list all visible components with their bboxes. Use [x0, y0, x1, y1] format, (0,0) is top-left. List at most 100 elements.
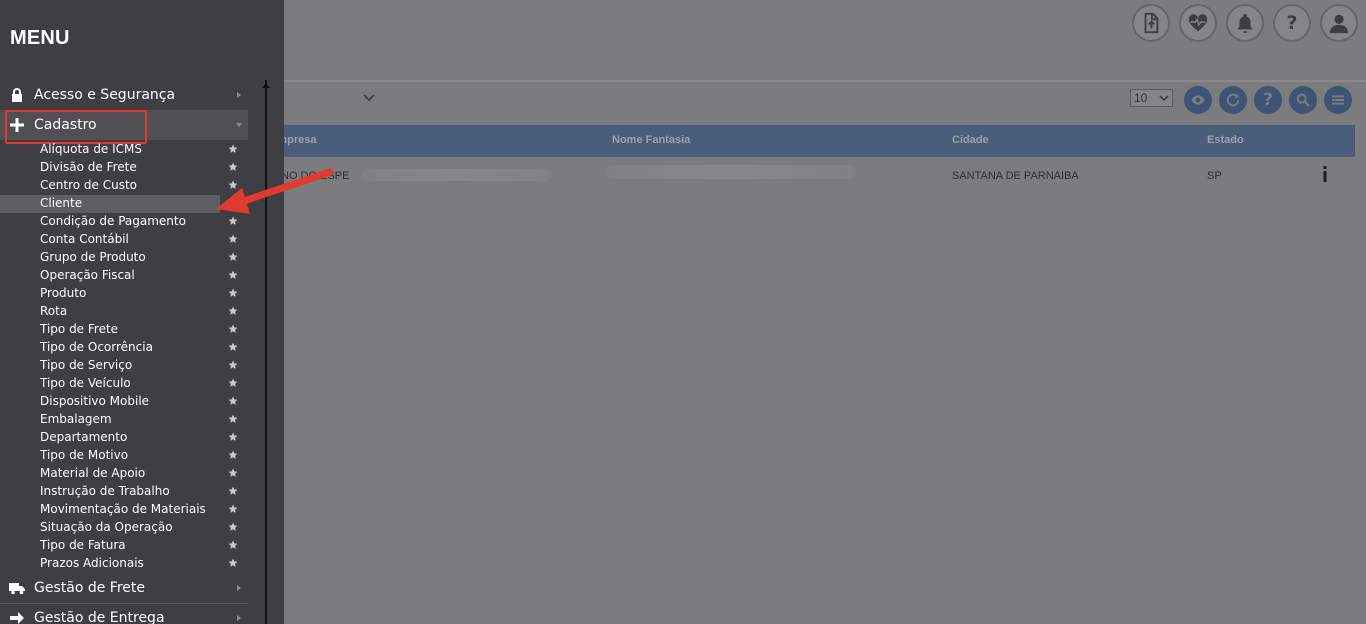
- sidebar-subitem-label: Tipo de Fatura: [40, 538, 126, 552]
- star-icon[interactable]: [228, 270, 238, 280]
- user-icon[interactable]: [1320, 4, 1358, 42]
- menu-icon[interactable]: [1324, 86, 1352, 114]
- sidebar-subitem-prazos-adicionais[interactable]: Prazos Adicionais: [0, 555, 248, 573]
- cell-cidade: SANTANA DE PARNAIBA: [952, 170, 1079, 182]
- sidebar-subitem-tipo-de-frete[interactable]: Tipo de Frete: [0, 321, 248, 339]
- sidebar-subitem-label: Divisão de Frete: [40, 160, 137, 174]
- sidebar-subitem-instrucao-de-trabalho[interactable]: Instrução de Trabalho: [0, 483, 248, 501]
- sidebar-subitem-label: Dispositivo Mobile: [40, 394, 150, 408]
- star-icon[interactable]: [228, 360, 238, 370]
- cell-estado: SP: [1207, 170, 1222, 182]
- column-header-estado[interactable]: Estado: [1207, 134, 1244, 146]
- star-icon[interactable]: [228, 252, 238, 262]
- sidebar-subitem-label: Centro de Custo: [40, 178, 137, 192]
- help-icon[interactable]: ?: [1254, 86, 1282, 114]
- arrow-up-icon[interactable]: [260, 82, 272, 94]
- sidebar-subitem-label: Departamento: [40, 430, 128, 444]
- scrollbar[interactable]: [265, 80, 267, 624]
- sidebar-subitem-dispositivo-mobile[interactable]: Dispositivo Mobile: [0, 393, 248, 411]
- star-icon[interactable]: [228, 540, 238, 550]
- sidebar-subitem-label: Tipo de Motivo: [40, 448, 129, 462]
- sidebar-subitem-embalagem[interactable]: Embalagem: [0, 411, 248, 429]
- sidebar-subitem-label: Operação Fiscal: [40, 268, 135, 282]
- top-toolbar: ?: [1132, 4, 1358, 42]
- sidebar-subitem-label: Tipo de Ocorrência: [40, 340, 153, 354]
- star-icon[interactable]: [228, 324, 238, 334]
- lock-icon: [8, 86, 26, 104]
- star-icon[interactable]: [228, 288, 238, 298]
- sidebar-item-label: Acesso e Segurança: [34, 87, 176, 103]
- star-icon[interactable]: [228, 180, 238, 190]
- help-icon[interactable]: ?: [1273, 4, 1311, 42]
- star-icon[interactable]: [228, 342, 238, 352]
- sidebar-item-gestao-frete[interactable]: Gestão de Frete: [0, 573, 248, 603]
- heart-pulse-icon[interactable]: [1179, 4, 1217, 42]
- refresh-icon[interactable]: [1219, 86, 1247, 114]
- sidebar-subitem-divisao-de-frete[interactable]: Divisão de Frete: [0, 159, 248, 177]
- bell-icon[interactable]: [1226, 4, 1264, 42]
- highlight-box: [5, 110, 147, 144]
- star-icon[interactable]: [228, 432, 238, 442]
- sidebar-subitem-tipo-de-servico[interactable]: Tipo de Serviço: [0, 357, 248, 375]
- sidebar-subitem-label: Cliente: [40, 196, 83, 210]
- sidebar-subitem-rota[interactable]: Rota: [0, 303, 248, 321]
- sidebar-subitem-material-de-apoio[interactable]: Material de Apoio: [0, 465, 248, 483]
- sidebar-subitem-conta-contabil[interactable]: Conta Contábil: [0, 231, 248, 249]
- star-icon[interactable]: [228, 414, 238, 424]
- sidebar-subitem-grupo-de-produto[interactable]: Grupo de Produto: [0, 249, 248, 267]
- star-icon[interactable]: [228, 468, 238, 478]
- sidebar-subitem-label: Movimentação de Materiais: [40, 502, 206, 516]
- sidebar-subitem-tipo-de-motivo[interactable]: Tipo de Motivo: [0, 447, 248, 465]
- star-icon[interactable]: [228, 558, 238, 568]
- column-header-cidade[interactable]: Cidade: [952, 134, 989, 146]
- star-icon[interactable]: [228, 522, 238, 532]
- sidebar-item-gestao-entrega[interactable]: Gestão de Entrega: [0, 603, 248, 624]
- sidebar-subitem-departamento[interactable]: Departamento: [0, 429, 248, 447]
- sidebar-subitem-operacao-fiscal[interactable]: Operação Fiscal: [0, 267, 248, 285]
- sidebar-subitem-label: Situação da Operação: [40, 520, 173, 534]
- sidebar-subitem-label: Tipo de Frete: [40, 322, 119, 336]
- star-icon[interactable]: [228, 486, 238, 496]
- page-size-value: 10: [1134, 91, 1148, 105]
- star-icon[interactable]: [228, 234, 238, 244]
- column-header-nome-fantasia[interactable]: Nome Fantasia: [612, 134, 690, 146]
- sidebar-item-acesso-seguranca[interactable]: Acesso e Segurança: [0, 80, 248, 110]
- star-icon[interactable]: [228, 162, 238, 172]
- info-icon[interactable]: [1322, 166, 1328, 182]
- sidebar-subitem-situacao-da-operacao[interactable]: Situação da Operação: [0, 519, 248, 537]
- sidebar-subitem-label: Alíquota de ICMS: [40, 142, 143, 156]
- sidebar-subitem-centro-de-custo[interactable]: Centro de Custo: [0, 177, 248, 195]
- truck-icon: [8, 579, 26, 597]
- sidebar-subitem-condicao-de-pagamento[interactable]: Condição de Pagamento: [0, 213, 248, 231]
- star-icon[interactable]: [228, 306, 238, 316]
- star-icon[interactable]: [228, 504, 238, 514]
- sidebar-subitem-aliquota-de-icms[interactable]: Alíquota de ICMS: [0, 141, 248, 159]
- star-icon[interactable]: [228, 216, 238, 226]
- sidebar-subitem-movimentacao-de-materiais[interactable]: Movimentação de Materiais: [0, 501, 248, 519]
- table-header: Empresa Nome Fantasia Cidade Estado: [270, 125, 1355, 157]
- upload-file-icon[interactable]: [1132, 4, 1170, 42]
- star-icon[interactable]: [228, 144, 238, 154]
- menu-title: MENU: [10, 27, 70, 49]
- sidebar-subitem-tipo-de-ocorrencia[interactable]: Tipo de Ocorrência: [0, 339, 248, 357]
- table-row[interactable]: C NO DO ESPE SANTANA DE PARNAIBA SP: [270, 160, 1355, 190]
- sidebar-subitem-label: Tipo de Serviço: [40, 358, 133, 372]
- search-icon[interactable]: [1289, 86, 1317, 114]
- star-icon[interactable]: [228, 198, 238, 208]
- eye-icon[interactable]: [1184, 86, 1212, 114]
- caret-right-icon: [237, 615, 241, 621]
- sidebar-subitem-label: Condição de Pagamento: [40, 214, 186, 228]
- sidebar-subitem-tipo-de-fatura[interactable]: Tipo de Fatura: [0, 537, 248, 555]
- sidebar-subitem-label: Material de Apoio: [40, 466, 146, 480]
- sidebar-subitem-label: Tipo de Veículo: [40, 376, 131, 390]
- sidebar-subitem-label: Produto: [40, 286, 87, 300]
- star-icon[interactable]: [228, 378, 238, 388]
- sidebar-subitem-cliente[interactable]: Cliente: [0, 195, 238, 213]
- page-size-select[interactable]: 10: [1130, 89, 1173, 107]
- sidebar-subitem-produto[interactable]: Produto: [0, 285, 248, 303]
- sidebar-subitem-tipo-de-veiculo[interactable]: Tipo de Veículo: [0, 375, 248, 393]
- star-icon[interactable]: [228, 396, 238, 406]
- chevron-down-icon[interactable]: [362, 90, 376, 104]
- sidebar-subitem-label: Prazos Adicionais: [40, 556, 144, 570]
- star-icon[interactable]: [228, 450, 238, 460]
